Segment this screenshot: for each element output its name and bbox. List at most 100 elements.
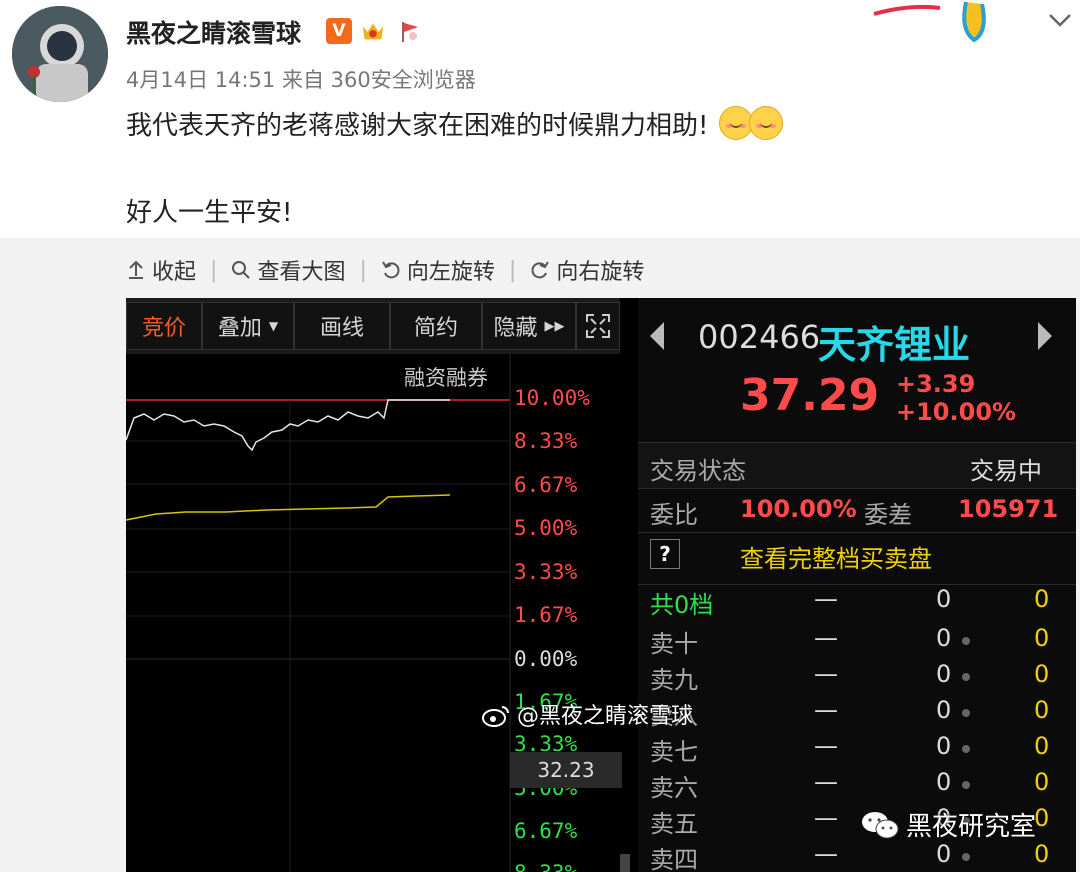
astronaut-avatar-image <box>12 6 108 102</box>
double-arrow-right-icon: ▶▶ <box>544 318 565 334</box>
post-text: 我代表天齐的老蒋感谢大家在困难的时候鼎力相助! <box>126 105 783 142</box>
tab-hide[interactable]: 隐藏 ▶▶ <box>482 302 576 350</box>
order-level-price: — <box>814 624 838 652</box>
smile-emoji-icon <box>718 106 753 140</box>
order-level-price: — <box>814 840 838 868</box>
order-diff-label: 委差 <box>864 501 912 529</box>
margin-trading-label[interactable]: 融资融券 <box>404 362 488 392</box>
order-level-count: 0 <box>1034 660 1050 688</box>
order-level-count: 0 <box>1034 624 1050 652</box>
order-level-volume: 0 <box>936 696 952 724</box>
y-axis-label-zero: 0.00% <box>514 647 578 671</box>
fullscreen-button[interactable] <box>576 302 620 350</box>
collapse-button[interactable]: 收起 <box>126 254 196 286</box>
order-level-price: — <box>814 585 838 613</box>
toolbar-divider: | <box>359 257 367 283</box>
order-level-label: 卖五 <box>650 810 698 838</box>
next-stock-arrow-icon[interactable] <box>1038 322 1052 350</box>
order-dot-icon <box>962 709 970 717</box>
order-book-row: 卖六 — 0 0 <box>638 768 1076 804</box>
arrow-up-icon <box>129 260 143 279</box>
fullscreen-icon <box>586 314 610 338</box>
order-diff-value: 105971 <box>958 495 1059 523</box>
smile-emoji-icon <box>748 106 783 140</box>
avatar[interactable] <box>12 6 108 102</box>
trade-status-row: 交易状态 交易中 <box>638 442 1076 489</box>
order-level-price: — <box>814 768 838 796</box>
decorative-doodle-icon <box>873 1 986 43</box>
order-book-row: 卖九 — 0 0 <box>638 660 1076 696</box>
order-level-volume: 0 <box>936 768 952 796</box>
image-toolbar: 收起 | 查看大图 | 向左旋转 | 向右旋转 <box>126 254 644 286</box>
order-book-row: 卖四 — 0 0 <box>638 840 1076 872</box>
view-large-button[interactable]: 查看大图 <box>231 254 345 286</box>
tab-draw-line[interactable]: 画线 <box>294 302 390 350</box>
y-axis-label: 6.67% <box>514 819 578 843</box>
order-level-price: — <box>814 804 838 832</box>
help-icon[interactable]: ? <box>650 539 680 569</box>
order-dot-icon <box>962 637 970 645</box>
stock-price: 37.29 <box>740 370 880 421</box>
tab-overlay[interactable]: 叠加 ▼ <box>202 302 294 350</box>
order-level-volume: 0 <box>936 732 952 760</box>
order-level-volume: 0 <box>936 840 952 868</box>
y-axis-label: 3.33% <box>514 560 578 584</box>
trade-status-label: 交易状态 <box>650 457 746 485</box>
tab-auction[interactable]: 竞价 <box>126 302 202 350</box>
post-text-line1: 我代表天齐的老蒋感谢大家在困难的时候鼎力相助! <box>126 111 709 141</box>
order-level-label: 卖九 <box>650 666 698 694</box>
dropdown-caret-icon: ▼ <box>268 319 279 333</box>
y-axis-label: 1.67% <box>514 603 578 627</box>
order-level-count: 0 <box>1034 804 1050 832</box>
order-level-count: 0 <box>1034 696 1050 724</box>
order-book-row: 共0档 — 0 0 <box>638 584 1076 621</box>
order-level-label: 共0档 <box>650 591 714 619</box>
rotate-left-button[interactable]: 向左旋转 <box>381 254 495 286</box>
order-ratio-label: 委比 <box>650 501 698 529</box>
order-book-row: 卖十 — 0 0 <box>638 624 1076 660</box>
stock-screenshot-image[interactable]: 竞价 叠加 ▼ 画线 简约 隐藏 ▶▶ 融资融券 10.00% 8.33% 6.… <box>126 298 1076 872</box>
order-dot-icon <box>962 853 970 861</box>
wechat-watermark: 黑夜研究室 <box>860 806 1036 843</box>
order-book-row: 卖七 — 0 0 <box>638 732 1076 768</box>
scrollbar[interactable] <box>620 854 630 872</box>
y-axis-label: 8.33% <box>514 861 577 872</box>
cursor-price-tag: 32.23 <box>510 752 622 788</box>
weibo-watermark: @黑夜之睛滚雪球 <box>482 698 693 730</box>
order-level-price: — <box>814 732 838 760</box>
full-book-row[interactable]: ? 查看完整档买卖盘 <box>638 532 1076 577</box>
order-ratio-value: 100.00% <box>740 495 857 523</box>
y-axis-label: 6.67% <box>514 473 578 497</box>
rotate-right-icon <box>531 261 550 279</box>
price-change: +3.39 <box>896 370 976 398</box>
order-level-count: 0 <box>1034 732 1050 760</box>
verified-badge-icon[interactable]: V <box>326 18 352 44</box>
order-level-label: 卖六 <box>650 774 698 802</box>
order-level-price: — <box>814 696 838 724</box>
order-book-row: 卖八 —0 0 <box>638 696 1076 732</box>
order-dot-icon <box>962 673 970 681</box>
chevron-down-icon[interactable] <box>1048 6 1072 36</box>
order-level-label: 卖四 <box>650 846 698 872</box>
order-dot-icon <box>962 781 970 789</box>
order-level-label: 卖七 <box>650 738 698 766</box>
order-level-price: — <box>814 660 838 688</box>
order-level-count: 0 <box>1034 768 1050 796</box>
post-timestamp[interactable]: 4月14日 14:51 <box>126 68 275 92</box>
username[interactable]: 黑夜之睛滚雪球 <box>126 14 301 50</box>
prev-stock-arrow-icon[interactable] <box>650 322 664 350</box>
rotate-right-button[interactable]: 向右旋转 <box>530 254 644 286</box>
view-full-book-link[interactable]: 查看完整档买卖盘 <box>740 539 932 574</box>
tab-simple[interactable]: 简约 <box>390 302 482 350</box>
y-axis-label: 10.00% <box>514 386 590 410</box>
y-axis-label: 5.00% <box>514 516 578 540</box>
order-level-count: 0 <box>1034 840 1050 868</box>
crown-member-icon[interactable] <box>360 18 386 44</box>
order-ratio-row: 委比 100.00% 委差 105971 <box>638 488 1076 533</box>
rotate-left-icon <box>382 261 400 279</box>
order-level-volume: 0 <box>936 585 952 613</box>
order-level-count: 0 <box>1034 585 1050 613</box>
trade-status-value: 交易中 <box>970 457 1042 485</box>
chart-tab-bar: 竞价 叠加 ▼ 画线 简约 隐藏 ▶▶ <box>126 298 620 354</box>
flag-badge-icon[interactable] <box>396 18 422 44</box>
